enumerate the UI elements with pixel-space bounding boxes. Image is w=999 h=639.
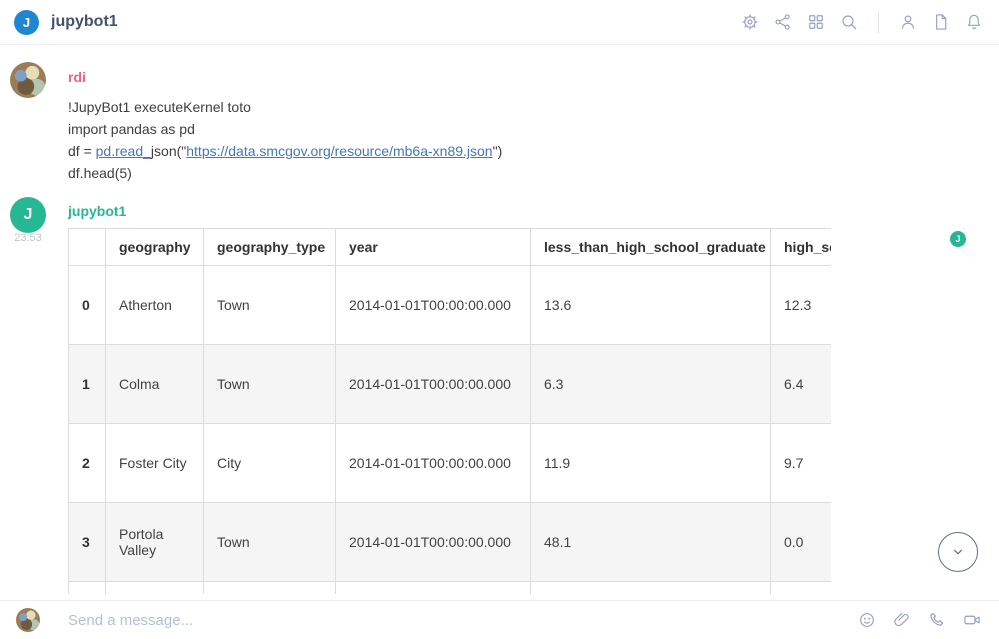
table-row: 2Foster CityCity2014-01-01T00:00:00.0001…	[69, 424, 832, 503]
table-row: 0AthertonTown2014-01-01T00:00:00.00013.6…	[69, 266, 832, 345]
table-cell: Atherton	[106, 266, 204, 345]
channel-avatar[interactable]: J	[14, 10, 39, 35]
message-text: df.head(5)	[68, 165, 132, 181]
table-cell: 12.3	[771, 266, 832, 345]
table-cell	[531, 582, 771, 595]
file-icon[interactable]	[930, 12, 952, 32]
grid-icon[interactable]	[805, 12, 827, 32]
video-icon[interactable]	[961, 610, 983, 630]
bell-icon[interactable]	[963, 12, 985, 32]
column-header: less_than_high_school_graduate	[531, 229, 771, 266]
table-cell: Foster City	[106, 424, 204, 503]
read-receipt-badge: J	[950, 231, 966, 247]
channel-title: jupybot1	[51, 13, 118, 31]
composer-actions	[856, 610, 983, 630]
bot-username[interactable]: jupybot1	[68, 203, 126, 219]
message-composer	[0, 600, 999, 639]
toolbar-divider	[878, 12, 879, 33]
chevron-down-icon	[949, 543, 967, 561]
table-cell: Town	[204, 503, 336, 582]
table-cell: 13.6	[531, 266, 771, 345]
message-line: df = pd.read_json("https://data.smcgov.o…	[68, 140, 502, 162]
table-cell: 6.3	[531, 345, 771, 424]
message-link[interactable]: pd.read_	[96, 143, 151, 159]
table-cell: Portola Valley	[106, 503, 204, 582]
column-header	[69, 229, 106, 266]
person-icon[interactable]	[897, 12, 919, 32]
channel-header: J jupybot1	[0, 0, 999, 45]
message-text: ")	[493, 143, 503, 159]
message-link[interactable]: https://data.smcgov.org/resource/mb6a-xn…	[186, 143, 492, 159]
table-cell: 2014-01-01T00:00:00.000	[336, 503, 531, 582]
column-header: geography	[106, 229, 204, 266]
column-header: year	[336, 229, 531, 266]
message-line: import pandas as pd	[68, 118, 502, 140]
table-header-row: geographygeography_typeyearless_than_hig…	[69, 229, 832, 266]
table-cell: 0.0	[771, 503, 832, 582]
message-text: !JupyBot1 executeKernel toto	[68, 99, 251, 115]
message-text: df =	[68, 143, 96, 159]
row-index: 2	[69, 424, 106, 503]
dataframe-table: geographygeography_typeyearless_than_hig…	[68, 228, 831, 594]
row-index: 0	[69, 266, 106, 345]
scroll-to-bottom-button[interactable]	[938, 532, 978, 572]
table-cell: 6.4	[771, 345, 832, 424]
table-cell: 2014-01-01T00:00:00.000	[336, 266, 531, 345]
bot-avatar[interactable]: J	[10, 197, 46, 233]
table-cell	[106, 582, 204, 595]
table-cell: Town	[204, 345, 336, 424]
table-cell: Colma	[106, 345, 204, 424]
rdi-message-lines: !JupyBot1 executeKernel toto import panda…	[68, 96, 502, 184]
self-avatar[interactable]	[16, 608, 40, 632]
table-cell	[204, 582, 336, 595]
table-row	[69, 582, 832, 595]
message-input[interactable]	[68, 612, 846, 629]
table-body: 0AthertonTown2014-01-01T00:00:00.00013.6…	[69, 266, 832, 595]
gear-icon[interactable]	[739, 12, 761, 32]
table-cell: 2014-01-01T00:00:00.000	[336, 424, 531, 503]
table-cell	[771, 582, 832, 595]
message-text: json("	[151, 143, 186, 159]
emoji-icon[interactable]	[856, 610, 878, 630]
message-line: !JupyBot1 executeKernel toto	[68, 96, 502, 118]
header-toolbar	[739, 12, 985, 33]
table-cell: 48.1	[531, 503, 771, 582]
message-timestamp: 23:53	[10, 232, 46, 244]
table-cell: 9.7	[771, 424, 832, 503]
table-cell: City	[204, 424, 336, 503]
table-cell: 2014-01-01T00:00:00.000	[336, 345, 531, 424]
table-cell: Town	[204, 266, 336, 345]
share-icon[interactable]	[772, 12, 794, 32]
message-line: df.head(5)	[68, 162, 502, 184]
phone-icon[interactable]	[926, 610, 948, 630]
column-header: geography_type	[204, 229, 336, 266]
rdi-username[interactable]: rdi	[68, 69, 86, 85]
table-row: 1ColmaTown2014-01-01T00:00:00.0006.36.4	[69, 345, 832, 424]
table-row: 3Portola ValleyTown2014-01-01T00:00:00.0…	[69, 503, 832, 582]
search-icon[interactable]	[838, 12, 860, 32]
rdi-avatar[interactable]	[10, 62, 46, 98]
table-cell: 11.9	[531, 424, 771, 503]
paperclip-icon[interactable]	[891, 610, 913, 630]
column-header: high_sc	[771, 229, 832, 266]
table-cell	[336, 582, 531, 595]
row-index	[69, 582, 106, 595]
row-index: 3	[69, 503, 106, 582]
message-text: import pandas as pd	[68, 121, 195, 137]
row-index: 1	[69, 345, 106, 424]
dataframe-table-container: geographygeography_typeyearless_than_hig…	[68, 228, 831, 594]
